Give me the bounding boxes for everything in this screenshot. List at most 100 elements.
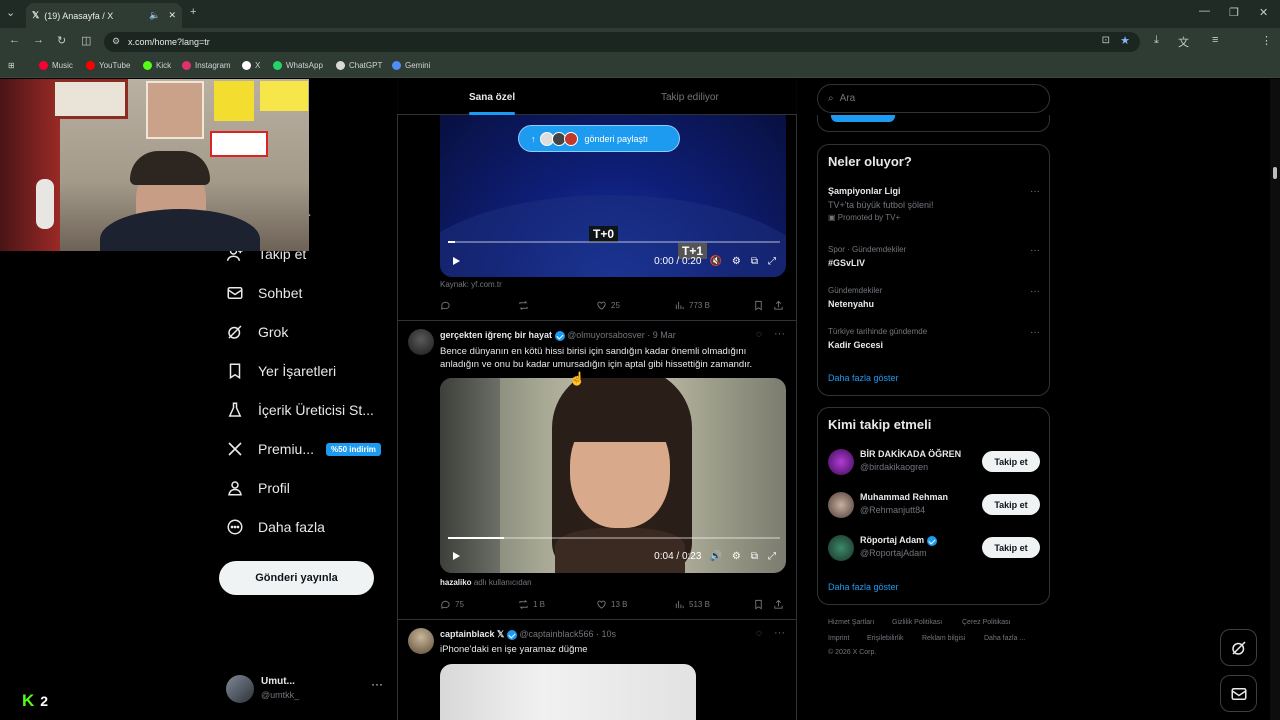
tweet3-more-icon[interactable]: ··· — [774, 627, 785, 639]
tweet1-progress-track[interactable] — [448, 241, 780, 243]
tweet1-like-button[interactable]: 25 — [596, 300, 620, 311]
follow-button[interactable]: Takip et — [982, 451, 1040, 472]
grok-analyze-icon[interactable]: ◌ — [756, 628, 762, 639]
browser-tab[interactable]: 𝕏 (19) Anasayfa / X 🔈 ✕ — [26, 3, 182, 28]
tweet1-video[interactable]: ↑ gönderi paylaştı T+0 T+1 0:00 / 0:20 🔇… — [440, 115, 786, 277]
tweet2-reply-button[interactable]: 75 — [440, 599, 464, 610]
tweet1-bookmark-button[interactable] — [753, 300, 764, 311]
page-scrollbar[interactable] — [1270, 79, 1280, 720]
tweet3-date[interactable]: · 10s — [596, 629, 616, 639]
play-icon[interactable] — [450, 255, 462, 267]
back-icon[interactable]: ← — [9, 34, 20, 46]
grok-float-button[interactable] — [1220, 629, 1257, 666]
split-view-icon[interactable]: ◫ — [81, 34, 91, 47]
tweet2-views-button[interactable]: 513 B — [674, 599, 710, 610]
reload-icon[interactable]: ↻ — [57, 34, 66, 47]
grok-analyze-icon[interactable]: ◌ — [756, 329, 762, 340]
tweet1-views-button[interactable]: 773 B — [674, 300, 710, 311]
bookmark-music[interactable]: Music — [39, 61, 73, 70]
bookmark-instagram[interactable]: Instagram — [182, 61, 231, 70]
tab-following[interactable]: Takip ediliyor — [661, 92, 719, 103]
footer-more[interactable]: Daha fazla ... — [984, 635, 1025, 642]
trend-item[interactable]: Spor · Gündemdekiler #GSvLIV ··· — [828, 245, 1040, 268]
tweet3-avatar[interactable] — [408, 628, 434, 654]
footer-cookies[interactable]: Çerez Politikası — [962, 619, 1011, 626]
tweet2-credit-user[interactable]: hazaliko — [440, 578, 472, 587]
bookmark-chatgpt[interactable]: ChatGPT — [336, 61, 382, 70]
follow-suggestion[interactable]: BİR DAKİKADA ÖĞREN @birdakikaogren Takip… — [828, 447, 1040, 477]
footer-ads-info[interactable]: Reklam bilgisi — [922, 635, 965, 642]
follow-show-more-link[interactable]: Daha fazla göster — [828, 582, 899, 592]
tab-for-you[interactable]: Sana özel — [469, 92, 515, 103]
sidebar-item-premium[interactable]: Premiu... %50 indirim — [226, 440, 381, 458]
bookmark-gemini[interactable]: Gemini — [392, 61, 430, 70]
tweet2-video[interactable]: 0:04 / 0:23 🔊 ⚙ ⧉ ⤢ — [440, 378, 786, 573]
trend-more-icon[interactable]: ··· — [1030, 245, 1040, 256]
trend-more-icon[interactable]: ··· — [1030, 327, 1040, 338]
messages-float-button[interactable] — [1220, 675, 1257, 712]
tweet2-more-icon[interactable]: ··· — [774, 328, 785, 340]
account-more-icon[interactable]: ··· — [371, 677, 383, 691]
bookmark-star-icon[interactable]: ★ — [1120, 34, 1130, 47]
subscribe-button-edge[interactable] — [831, 115, 895, 122]
post-button[interactable]: Gönderi yayınla — [219, 561, 374, 595]
sidebar-item-creator-studio[interactable]: İçerik Üreticisi St... — [226, 401, 374, 419]
settings-gear-icon[interactable]: ⚙ — [732, 256, 741, 267]
footer-privacy[interactable]: Gizlilik Politikası — [892, 619, 942, 626]
menu-kebab-icon[interactable]: ⋮ — [1261, 34, 1272, 47]
tab-search-chevron-icon[interactable]: ⌄ — [6, 6, 15, 19]
tweet2-date[interactable]: · 9 Mar — [647, 330, 676, 340]
new-posts-pill[interactable]: ↑ gönderi paylaştı — [518, 125, 680, 152]
footer-terms[interactable]: Hizmet Şartları — [828, 619, 874, 626]
bookmark-youtube[interactable]: YouTube — [86, 61, 130, 70]
tab-mute-icon[interactable]: 🔈 — [149, 10, 160, 21]
tweet1-share-button[interactable] — [773, 300, 784, 311]
site-info-icon[interactable]: ⚙ — [112, 36, 120, 47]
follow-suggestion[interactable]: Röportaj Adam @RoportajAdam Takip et — [828, 533, 1040, 563]
tweet2-repost-button[interactable]: 1 B — [518, 599, 545, 610]
scrollbar-thumb[interactable] — [1273, 167, 1277, 179]
mute-icon[interactable]: 🔇 — [709, 256, 721, 267]
fullscreen-icon[interactable]: ⤢ — [768, 551, 776, 562]
sidebar-item-grok[interactable]: Grok — [226, 323, 288, 341]
tweet2-author-name[interactable]: gerçekten iğrenç bir hayat — [440, 330, 552, 340]
sidebar-item-profile[interactable]: Profil — [226, 479, 290, 497]
footer-imprint[interactable]: Imprint — [828, 635, 849, 642]
address-bar[interactable]: ⚙ x.com/home?lang=tr ⊡ ★ — [104, 32, 1140, 52]
tweet1-repost-button[interactable] — [518, 300, 529, 311]
trend-item[interactable]: Şampiyonlar Ligi TV+'ta büyük futbol şöl… — [828, 186, 1040, 222]
restore-icon[interactable]: ❐ — [1229, 6, 1239, 19]
trend-more-icon[interactable]: ··· — [1030, 286, 1040, 297]
sidebar-item-bookmarks[interactable]: Yer İşaretleri — [226, 362, 336, 380]
tweet1-source[interactable]: Kaynak: yf.com.tr — [440, 280, 502, 289]
trend-item[interactable]: Türkiye tarihinde gündemde Kadir Gecesi … — [828, 327, 1040, 350]
window-close-icon[interactable]: ✕ — [1259, 6, 1268, 19]
follow-button[interactable]: Takip et — [982, 537, 1040, 558]
trends-show-more-link[interactable]: Daha fazla göster — [828, 373, 899, 383]
settings-gear-icon[interactable]: ⚙ — [732, 551, 741, 562]
tweet3-image[interactable] — [440, 664, 696, 720]
download-icon[interactable]: ⤓ — [1154, 34, 1159, 47]
tweet2-avatar[interactable] — [408, 329, 434, 355]
new-tab-button[interactable]: + — [190, 6, 196, 18]
fullscreen-icon[interactable]: ⤢ — [768, 256, 776, 267]
trend-item[interactable]: Gündemdekiler Netenyahu ··· — [828, 286, 1040, 309]
translate-icon[interactable]: 文 — [1178, 34, 1189, 50]
pip-icon[interactable]: ⧉ — [751, 256, 758, 267]
tab-close-icon[interactable]: ✕ — [168, 10, 176, 21]
tweet3-handle[interactable]: @captainblack566 — [519, 629, 593, 639]
follow-button[interactable]: Takip et — [982, 494, 1040, 515]
bookmark-whatsapp[interactable]: WhatsApp — [273, 61, 323, 70]
tweet2-handle[interactable]: @olmuyorsabosver — [567, 330, 645, 340]
sidebar-item-chat[interactable]: Sohbet — [226, 284, 302, 302]
sidebar-item-more[interactable]: Daha fazla — [226, 518, 325, 536]
trend-more-icon[interactable]: ··· — [1030, 186, 1040, 197]
volume-icon[interactable]: 🔊 — [709, 551, 721, 562]
search-input[interactable]: ⌕ Ara — [817, 84, 1050, 113]
tweet3-author-name[interactable]: captainblack — [440, 629, 495, 639]
follow-suggestion[interactable]: Muhammad Rehman @Rehmanjutt84 Takip et — [828, 490, 1040, 520]
footer-accessibility[interactable]: Erişilebilirlik — [867, 635, 904, 642]
apps-grid-icon[interactable]: ⊞ — [8, 61, 15, 70]
forward-icon[interactable]: → — [33, 34, 44, 46]
tweet2-progress-track[interactable] — [448, 537, 780, 539]
